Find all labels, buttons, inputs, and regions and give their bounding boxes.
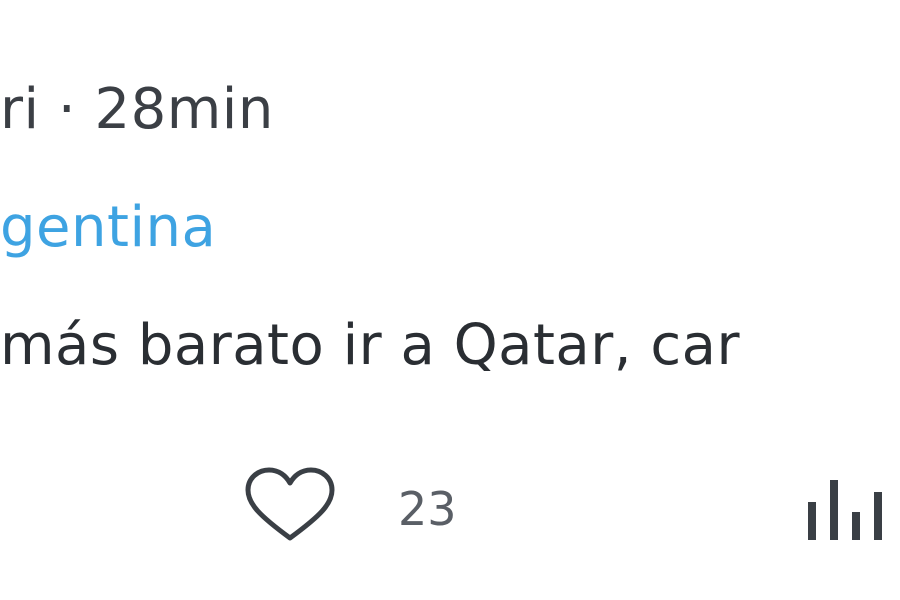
like-count: 23 (398, 482, 457, 536)
reply-to-mention[interactable]: gentina (0, 188, 900, 268)
author-name[interactable]: ri (0, 77, 40, 142)
like-button[interactable] (240, 466, 340, 546)
post-header: ri · 28min (0, 70, 900, 150)
heart-icon (245, 467, 335, 541)
post-time[interactable]: 28min (95, 77, 274, 142)
separator: · (39, 77, 95, 142)
post-actions: 23 (0, 460, 900, 560)
bar-chart-icon (808, 480, 882, 540)
stats-button[interactable] (800, 460, 900, 556)
post-text: más barato ir a Qatar, car (0, 313, 740, 378)
